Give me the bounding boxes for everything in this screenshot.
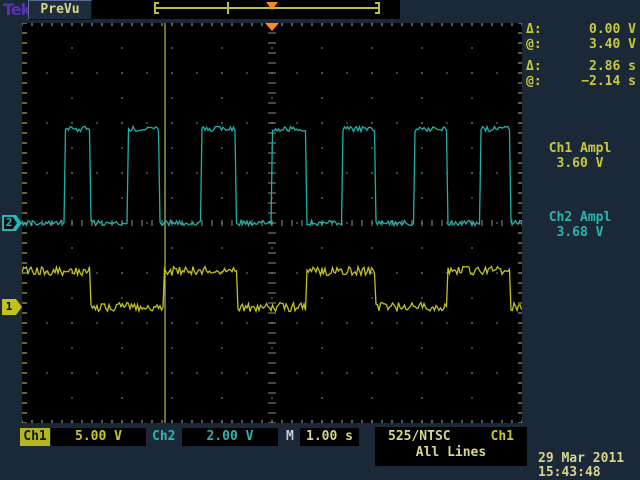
record-bracket-stub [375, 2, 380, 4]
tek-logo: Tek [3, 0, 30, 19]
waveform-display [22, 23, 522, 423]
cursor-delta-t-readout: Δ: 2.86 s [526, 59, 636, 74]
datetime-readout: 29 Mar 2011 15:43:48 [538, 452, 638, 480]
cursor-at-t-value: −2.14 s [581, 74, 636, 89]
cursor-delta-t-value: 2.86 s [589, 59, 636, 74]
ch1-measurement-value: 3.60 V [522, 156, 638, 171]
delta-icon: Δ: [526, 59, 542, 74]
trigger-mode: All Lines [375, 445, 527, 460]
record-bracket-stub [375, 12, 380, 14]
trigger-type: 525/NTSC [388, 429, 451, 444]
at-icon: @: [526, 37, 542, 52]
ch2-amplitude-measurement: Ch2 Ampl 3.68 V [522, 210, 638, 240]
cursor-at-v-readout: @: 3.40 V [526, 37, 636, 52]
ch2-marker-label: 2 [2, 216, 16, 230]
ch1-channel-badge: Ch1 [20, 428, 50, 446]
at-icon: @: [526, 74, 542, 89]
ch2-measurement-value: 3.68 V [522, 225, 638, 240]
trace-ch2 [22, 126, 522, 225]
ch2-channel-badge: Ch2 [152, 429, 175, 444]
record-tick [227, 2, 229, 14]
cursor-delta-v-value: 0.00 V [589, 22, 636, 37]
trigger-position-icon [266, 2, 278, 10]
ch1-amplitude-measurement: Ch1 Ampl 3.60 V [522, 141, 638, 171]
ch1-marker-label: 1 [2, 300, 16, 314]
oscilloscope-screen: { "header": { "logo": "Tek", "acq_status… [0, 0, 640, 480]
record-bracket-stub [154, 12, 159, 14]
delta-icon: Δ: [526, 22, 542, 37]
ch1-scale-readout: 5.00 V [51, 428, 146, 446]
ch2-position-marker: 2 [2, 215, 22, 231]
trigger-info-box: 525/NTSC Ch1 All Lines [375, 427, 527, 466]
record-view-bar [92, 0, 400, 19]
cursor-at-t-readout: @: −2.14 s [526, 74, 636, 89]
ch1-position-marker: 1 [2, 299, 22, 315]
trigger-marker-icon [265, 23, 279, 31]
cursor-at-v-value: 3.40 V [589, 37, 636, 52]
trigger-source: Ch1 [491, 429, 514, 444]
record-bracket-stub [154, 2, 159, 4]
date-text: 29 Mar 2011 [538, 452, 638, 466]
timebase-badge: M [286, 429, 294, 444]
cursor-delta-v-readout: Δ: 0.00 V [526, 22, 636, 37]
waveform-canvas [22, 23, 522, 423]
time-text: 15:43:48 [538, 466, 638, 480]
timebase-readout: 1.00 s [300, 428, 359, 446]
ch2-scale-readout: 2.00 V [182, 428, 278, 446]
acquisition-status-badge: PreVu [28, 0, 92, 20]
ch2-measurement-label: Ch2 Ampl [522, 210, 638, 225]
ch1-measurement-label: Ch1 Ampl [522, 141, 638, 156]
